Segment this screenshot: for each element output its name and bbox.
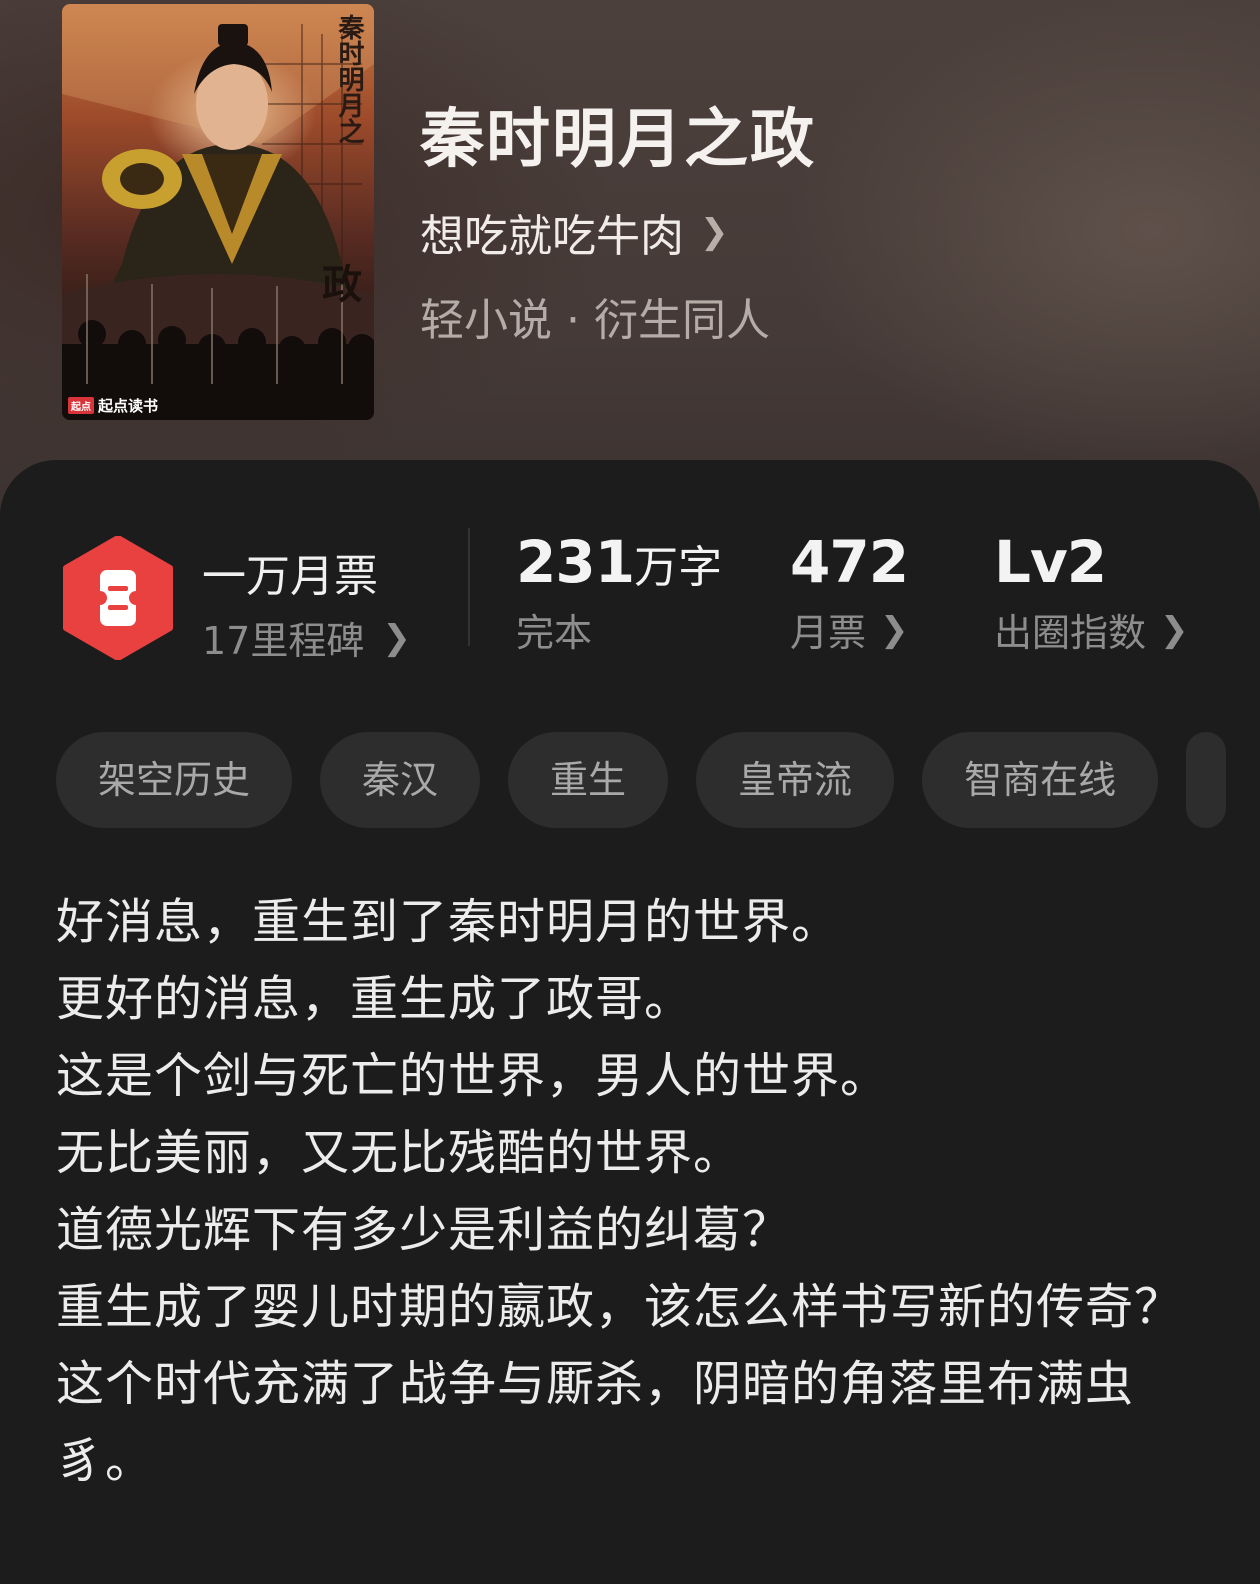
book-genre: 轻小说 · 衍生同人: [420, 295, 770, 346]
popularity-label: 出圈指数: [994, 611, 1147, 655]
synopsis-line: 重生成了婴儿时期的嬴政，该怎么样书写新的传奇？: [56, 1279, 1184, 1335]
synopsis-line: 这个时代充满了战争与厮杀，阴暗的角落里布满虫豸。: [56, 1356, 1135, 1489]
synopsis-line: 更好的消息，重生成了政哥。: [56, 971, 694, 1027]
book-title: 秦时明月之政: [420, 102, 816, 177]
chevron-right-icon: ❯: [700, 212, 729, 252]
milestone-label: 17里程碑: [202, 619, 365, 663]
word-count-number: 231: [516, 528, 635, 596]
synopsis-line: 无比美丽，又无比残酷的世界。: [56, 1125, 743, 1181]
tag-chip[interactable]: 智商在线: [922, 732, 1159, 828]
milestone-link[interactable]: 17里程碑 ❯: [202, 610, 411, 665]
chevron-right-icon: ❯: [382, 617, 411, 658]
author-name: 想吃就吃牛肉: [420, 211, 684, 262]
tag-chip[interactable]: 秦汉: [320, 732, 481, 828]
word-count-unit: 万字: [634, 542, 723, 593]
tag-chip[interactable]: 架空历史: [56, 732, 293, 828]
stats-divider: [468, 528, 470, 646]
completion-status: 完本: [516, 611, 593, 655]
synopsis-line: 好消息，重生到了秦时明月的世界。: [56, 894, 841, 950]
cover-seal-text: 政: [322, 261, 362, 308]
cover-brand-tag: 起点: [68, 397, 94, 414]
tag-chip-partial[interactable]: [1186, 732, 1227, 828]
cover-brand-name: 起点读书: [98, 397, 159, 415]
monthly-votes-number: 472: [790, 528, 909, 596]
badge-title: 一万月票: [202, 551, 378, 602]
monthly-votes-stat[interactable]: 472 月票 ❯: [790, 528, 909, 657]
book-synopsis[interactable]: 好消息，重生到了秦时明月的世界。 更好的消息，重生成了政哥。 这是个剑与死亡的世…: [56, 884, 1186, 1500]
tag-chip[interactable]: 皇帝流: [696, 732, 895, 828]
cover-brand: 起点 起点读书: [68, 395, 158, 416]
tag-list: 架空历史 秦汉 重生 皇帝流 智商在线: [56, 732, 1260, 828]
author-link[interactable]: 想吃就吃牛肉 ❯: [420, 200, 729, 264]
chevron-right-icon: ❯: [880, 609, 909, 650]
synopsis-line: 这是个剑与死亡的世界，男人的世界。: [56, 1048, 890, 1104]
book-cover[interactable]: 秦时明月之 政 起点 起点读书: [62, 4, 374, 420]
chevron-right-icon: ❯: [1160, 609, 1189, 650]
word-count-stat: 231万字 完本: [516, 528, 722, 657]
tag-chip[interactable]: 重生: [508, 732, 669, 828]
synopsis-line: 道德光辉下有多少是利益的纠葛？: [56, 1202, 792, 1258]
monthly-ticket-badge-icon: [63, 536, 173, 660]
cover-title-text: 秦时明月之: [334, 14, 364, 144]
popularity-level: Lv2: [994, 528, 1107, 596]
popularity-stat[interactable]: Lv2 出圈指数 ❯: [994, 528, 1189, 657]
monthly-votes-label: 月票: [790, 611, 867, 655]
book-detail-page: 秦时明月之 政 起点 起点读书 秦时明月之政 想吃就吃牛肉 ❯ 轻小说 · 衍生…: [0, 0, 1260, 1584]
